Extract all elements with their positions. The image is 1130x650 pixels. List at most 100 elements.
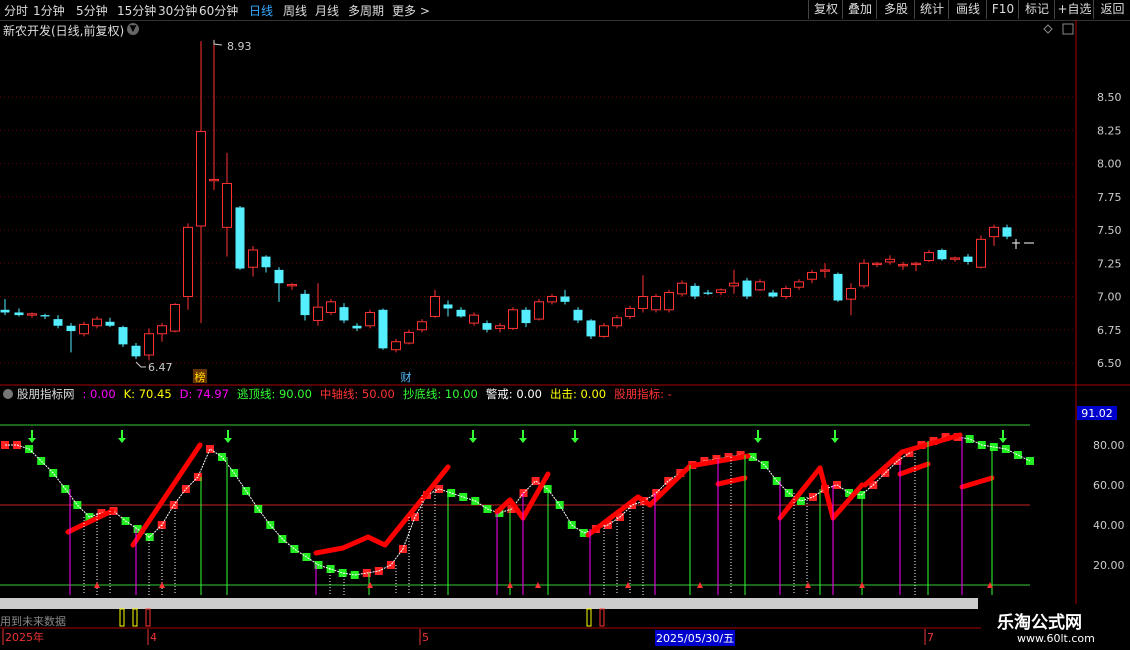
signal-flag	[599, 608, 605, 627]
candle-up	[27, 313, 37, 316]
indicator-value: 股朋指标: -	[614, 387, 672, 401]
signal-segment	[130, 442, 203, 548]
signal-flag	[119, 608, 125, 627]
sell-arrow-icon	[118, 438, 126, 443]
candle-up	[92, 318, 102, 327]
cursor-date: 2025/05/30/五	[655, 630, 736, 646]
candle-down	[443, 304, 453, 309]
indicator-block	[965, 435, 974, 443]
candle-up	[209, 178, 219, 182]
candle-up	[313, 306, 323, 321]
candle-up	[495, 325, 505, 329]
candle-down	[274, 269, 284, 284]
candle-up	[781, 288, 791, 297]
indicator-menu-icon[interactable]	[3, 389, 13, 399]
signal-segment	[340, 534, 371, 551]
candle-down	[963, 256, 973, 262]
candle-up	[326, 301, 336, 313]
candle-up	[430, 296, 440, 317]
candle-down	[690, 285, 700, 297]
candle-down	[131, 345, 141, 357]
candle-up	[157, 325, 167, 335]
price-tick: 6.75	[1097, 324, 1122, 337]
future-data-note: 用到未来数据	[0, 615, 66, 628]
candle-up	[807, 272, 817, 280]
candle-up	[820, 269, 830, 272]
candle-down	[456, 309, 466, 317]
candle-up	[924, 252, 934, 262]
candle-down	[937, 249, 947, 260]
indicator-tick: 60.00	[1093, 479, 1125, 492]
candle-down	[66, 325, 76, 332]
candle-up	[794, 281, 804, 288]
candle-up	[508, 309, 518, 329]
candle-up	[612, 317, 622, 327]
candle-down	[261, 256, 271, 268]
candle-down	[703, 292, 713, 294]
indicator-block	[206, 445, 214, 453]
candle-up	[404, 331, 414, 344]
indicator-value: 逃顶线: 90.00	[236, 387, 312, 401]
signal-segment	[897, 461, 931, 477]
candle-up	[183, 226, 193, 297]
time-label: 2025年	[5, 630, 44, 644]
candle-down	[833, 273, 843, 301]
candle-up	[911, 262, 921, 266]
candle-down	[300, 293, 310, 316]
high-price-label: 8.93	[227, 40, 252, 53]
candle-down	[339, 307, 349, 321]
candle-up	[222, 182, 232, 228]
candle-up	[677, 282, 687, 295]
candle-down	[352, 325, 362, 329]
future-data-bar	[0, 598, 978, 609]
candle-up	[469, 314, 479, 324]
candle-up	[729, 282, 739, 287]
kline-chart[interactable]: 8.50 8.25 8.00 7.75 7.50 7.25 7.00 6.75 6.50 8.93…	[0, 0, 1130, 650]
indicator-value: 警戒: 0.00	[485, 387, 542, 401]
indicator-value: : 0.00	[82, 387, 116, 401]
candle-down	[560, 296, 570, 302]
candle-up	[846, 288, 856, 300]
price-tick: 8.00	[1097, 158, 1122, 171]
candle-up	[625, 307, 635, 317]
watermark: 乐淘公式网 www.60lt.com	[981, 604, 1130, 650]
candle-up	[716, 289, 726, 294]
time-label: 7	[927, 631, 934, 644]
candle-down	[105, 321, 115, 326]
candle-up	[599, 325, 609, 337]
signal-segment	[382, 464, 451, 548]
candle-up	[651, 296, 661, 311]
sell-arrow-icon	[754, 438, 762, 443]
signal-segment	[365, 534, 388, 548]
indicator-value: 中轴线: 50.00	[319, 387, 395, 401]
price-tick: 7.50	[1097, 224, 1122, 237]
sell-arrow-icon	[999, 438, 1007, 443]
sell-arrow-icon	[28, 438, 36, 443]
candle-up	[547, 296, 557, 303]
candle-down	[768, 292, 778, 297]
signal-flag	[586, 608, 592, 627]
candle-up	[417, 321, 427, 331]
time-label: 4	[150, 631, 157, 644]
time-label: 5	[422, 631, 429, 644]
indicator-value: 抄底线: 10.00	[402, 387, 478, 401]
candle-up	[79, 323, 89, 335]
indicator-block	[338, 569, 347, 577]
indicator-bar: 股朋指标网: 0.00 K: 70.45 D: 74.97 逃顶线: 90.00 中轴线…	[0, 386, 674, 402]
candle-down	[53, 319, 63, 326]
indicator-block	[1013, 451, 1022, 459]
indicator-block	[760, 461, 769, 469]
candle-up	[859, 262, 869, 287]
marker-bang: 榜	[195, 370, 206, 384]
indicator-value: K: 70.45	[123, 387, 172, 401]
sell-arrow-icon	[224, 438, 232, 443]
high-leader	[213, 40, 223, 46]
indicator-value: 出击: 0.00	[549, 387, 607, 401]
candle-down	[573, 309, 583, 321]
candle-down	[521, 309, 531, 324]
candle-up	[898, 264, 908, 267]
candle-up	[989, 226, 999, 238]
signal-segment	[959, 475, 995, 490]
current-value: 91.02	[1081, 407, 1113, 420]
sell-arrow-icon	[831, 438, 839, 443]
